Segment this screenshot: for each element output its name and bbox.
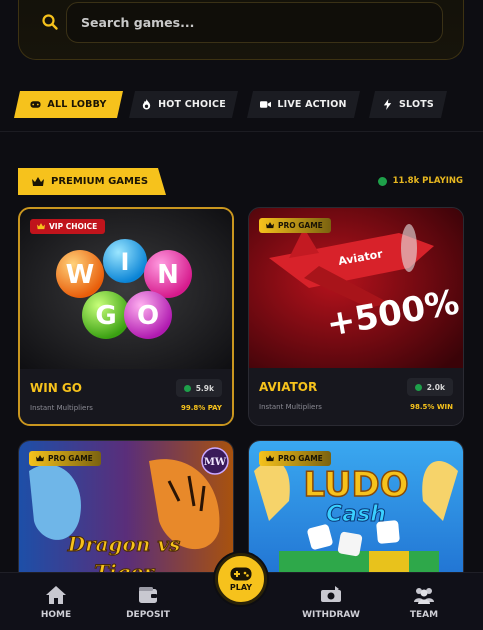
dragon-title-text: Dragon vs (67, 532, 181, 556)
pro-badge: PRO GAME (259, 451, 331, 466)
play-button[interactable]: PLAY (215, 553, 267, 605)
card-info: WIN GO Instant Multipliers 5.9k 99.8% PA… (20, 369, 232, 424)
game-card-aviator[interactable]: Aviator +500% PRO GAME AVIATOR Instant M… (248, 207, 464, 426)
game-name: AVIATOR (259, 380, 318, 394)
live-dot-icon (183, 384, 191, 392)
pro-badge: PRO GAME (259, 218, 331, 233)
wallet-icon (139, 587, 157, 603)
players-count-text: 5.9k (195, 383, 214, 393)
crown-icon (37, 223, 45, 230)
nav-label: DEPOSIT (126, 610, 170, 620)
tab-live-action[interactable]: LIVE ACTION (247, 91, 360, 118)
search-panel (18, 0, 464, 60)
fire-icon (141, 99, 152, 110)
nav-label: TEAM (409, 610, 439, 620)
section-title-text: PREMIUM GAMES (51, 176, 149, 187)
nav-label: WITHDRAW (302, 610, 360, 620)
nav-home[interactable]: HOME (21, 585, 91, 620)
crown-icon (36, 455, 44, 462)
search-icon (42, 14, 58, 30)
gamepad-icon (230, 567, 252, 580)
ludo-title-text: LUDO (303, 465, 408, 505)
ball-letter-o: O (137, 301, 159, 331)
card-info: AVIATOR Instant Multipliers 2.0k 98.5% W… (249, 368, 463, 425)
tab-label: HOT CHOICE (158, 99, 226, 110)
tab-label: SLOTS (399, 99, 434, 110)
game-card-ludo-cash[interactable]: LUDO Cash PRO GAME (248, 440, 464, 590)
players-count: 5.9k (175, 379, 222, 397)
nav-deposit[interactable]: DEPOSIT (113, 585, 183, 620)
live-dot-icon (377, 176, 387, 186)
nav-withdraw[interactable]: WITHDRAW (296, 585, 366, 620)
badge-label: VIP CHOICE (49, 222, 98, 231)
tab-hot-choice[interactable]: HOT CHOICE (129, 91, 238, 118)
home-icon (46, 586, 66, 604)
tab-label: ALL LOBBY (47, 99, 107, 110)
team-icon (414, 588, 434, 604)
players-count-text: 2.0k (426, 382, 445, 392)
tab-slots[interactable]: SLOTS (369, 91, 447, 118)
gamepad-icon (30, 99, 41, 110)
tab-all-lobby[interactable]: ALL LOBBY (14, 91, 123, 118)
badge-label: PRO GAME (278, 454, 323, 463)
ball-letter-n: N (157, 260, 179, 290)
cash-icon (321, 586, 341, 602)
nav-label: HOME (40, 610, 72, 620)
crown-icon (32, 177, 44, 187)
badge-label: PRO GAME (278, 221, 323, 230)
crown-icon (266, 455, 274, 462)
ball-letter-w: W (66, 260, 95, 290)
crown-icon (266, 222, 274, 229)
players-count: 2.0k (406, 378, 453, 396)
live-dot-icon (414, 383, 422, 391)
ball-letter-i: I (121, 248, 130, 276)
payout-rate: 99.8% PAY (180, 404, 222, 412)
game-card-dragon-tiger[interactable]: MW Dragon vs Tiger PRO GAME (18, 440, 234, 590)
nav-team[interactable]: TEAM (389, 585, 459, 620)
playing-count-text: 11.8k PLAYING (392, 176, 463, 186)
studio-logo-text: MW (204, 457, 227, 468)
vip-badge: VIP CHOICE (30, 219, 106, 234)
play-label: PLAY (229, 582, 253, 592)
cash-title-text: Cash (326, 502, 386, 527)
game-subtitle: Instant Multipliers (259, 403, 322, 411)
game-name: WIN GO (30, 381, 82, 395)
tab-label: LIVE ACTION (277, 99, 347, 110)
section-title: PREMIUM GAMES (18, 168, 166, 195)
game-card-win-go[interactable]: W I N G O VIP CHOICE WIN GO Instant Mult… (18, 207, 234, 426)
lightning-icon (382, 99, 393, 110)
search-input[interactable] (66, 2, 443, 43)
pro-badge: PRO GAME (29, 451, 101, 466)
ball-letter-g: G (95, 301, 116, 331)
badge-label: PRO GAME (48, 454, 93, 463)
playing-count: 11.8k PLAYING (377, 176, 463, 186)
divider (0, 131, 483, 132)
game-subtitle: Instant Multipliers (30, 404, 93, 412)
payout-rate: 98.5% WIN (410, 403, 453, 411)
video-camera-icon (260, 99, 271, 110)
